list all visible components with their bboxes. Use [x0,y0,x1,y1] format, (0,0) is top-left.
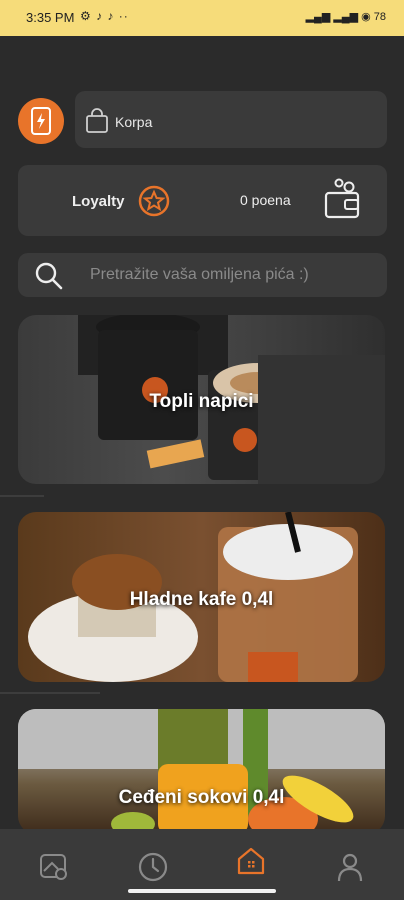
category-label: Hladne kafe 0,4l [129,589,274,610]
status-time: 3:35 PM [26,10,75,25]
clock-icon[interactable] [137,851,169,883]
juices-image [18,709,385,834]
cart-label: Korpa [115,114,153,130]
loyalty-points: 0 poena [240,192,291,208]
divider [0,692,100,694]
shopping-bag-icon [86,108,108,133]
category-card-hot-drinks[interactable]: Topli napici [18,315,385,484]
home-icon[interactable] [235,845,267,877]
loyalty-card[interactable]: Loyalty 0 poena [18,165,387,236]
map-icon[interactable] [38,851,70,883]
search-input[interactable] [88,265,382,285]
search-icon [35,262,63,290]
category-card-juices[interactable]: Ceđeni sokovi 0,4l [18,709,385,834]
star-badge-icon [138,185,170,217]
cart-button[interactable]: Korpa [75,91,387,148]
app-logo[interactable] [18,98,64,144]
status-indicators: ▂▄▆ ▂▄▆ ◉ 78 [305,11,386,23]
bolt-cup-icon [31,107,51,135]
category-label: Topli napici [149,391,254,412]
category-card-cold-coffee[interactable]: Hladne kafe 0,4l [18,512,385,682]
search-bar[interactable] [18,253,387,297]
user-icon[interactable] [334,851,366,883]
category-label: Ceđeni sokovi 0,4l [118,787,285,808]
status-notifications: ⚙ ♪ ♪ ·· [80,9,129,23]
top-spacer [0,36,404,90]
home-indicator[interactable] [128,889,276,893]
wallet-icon [324,178,360,219]
loyalty-title: Loyalty [72,193,125,210]
status-bar: 3:35 PM ⚙ ♪ ♪ ·· ▂▄▆ ▂▄▆ ◉ 78 [0,0,404,36]
divider [0,495,44,497]
